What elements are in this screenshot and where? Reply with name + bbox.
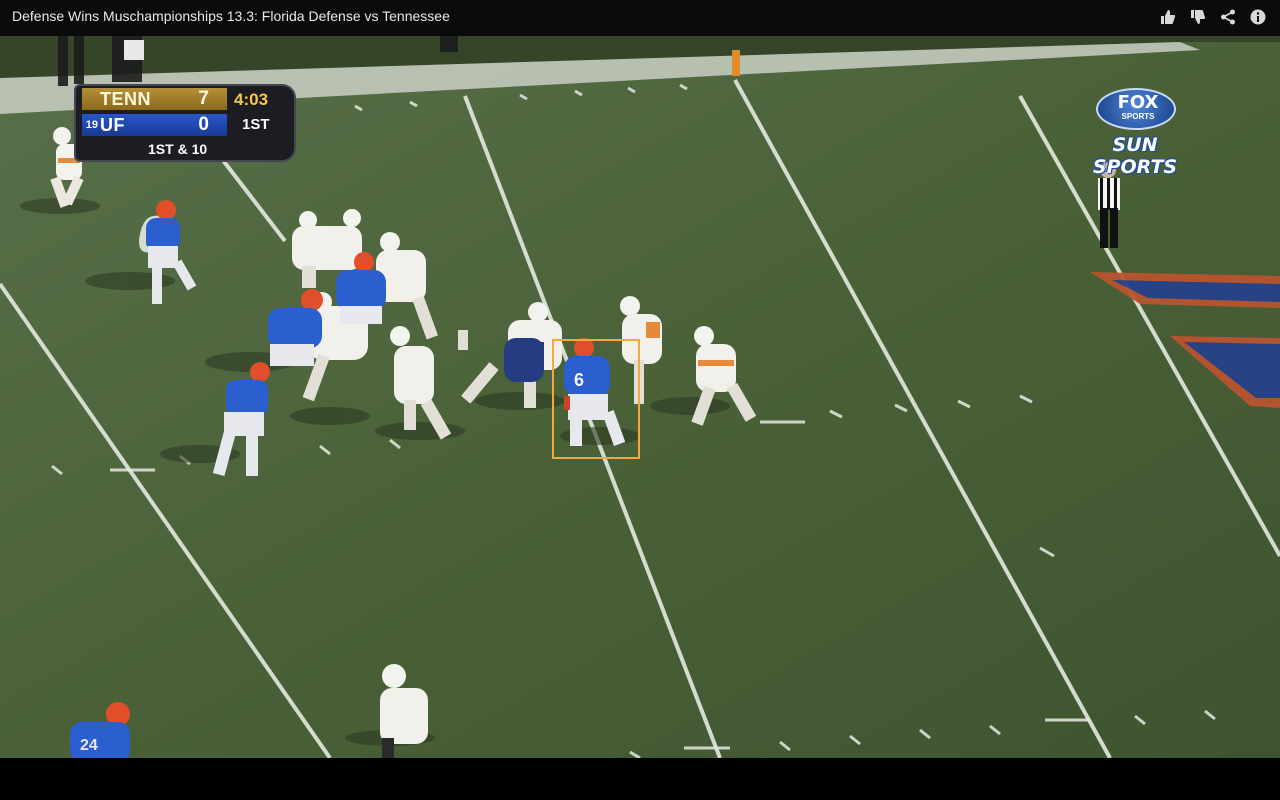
video-title-bar: Defense Wins Muschampionships 13.3: Flor… [0, 0, 1280, 36]
home-team-row: 19 UF 0 [82, 114, 227, 136]
info-icon [1250, 9, 1266, 25]
away-team-row: TENN 7 [82, 88, 227, 110]
down-and-distance: 1ST & 10 [148, 141, 208, 157]
player-bottom-bar [0, 758, 1280, 800]
game-clock: 4:03 [234, 90, 269, 109]
dislike-button[interactable] [1188, 7, 1208, 27]
home-team-name: UF [100, 114, 125, 135]
fox-sports-badge: FOX SPORTS [1096, 88, 1176, 130]
thumbs-up-icon [1161, 10, 1176, 24]
info-button[interactable] [1248, 7, 1268, 27]
svg-text:24: 24 [80, 737, 98, 754]
fox-badge-text: FOX [1117, 92, 1159, 113]
sun-sports-wordmark: SUN SPORTS [1092, 134, 1178, 178]
network-logo: FOX SPORTS SUN SPORTS [1070, 88, 1200, 178]
scorebug: TENN 7 19 UF 0 4:03 1ST 1ST & 10 [74, 84, 296, 162]
home-team-rank: 19 [85, 119, 98, 131]
like-button[interactable] [1158, 7, 1178, 27]
quarter-indicator: 1ST [242, 116, 270, 133]
away-team-name: TENN [100, 88, 151, 109]
fox-badge-subtext: SPORTS [1121, 112, 1155, 121]
video-title[interactable]: Defense Wins Muschampionships 13.3: Flor… [12, 8, 450, 24]
share-icon [1221, 9, 1235, 25]
pylon [732, 50, 740, 76]
home-team-score: 0 [198, 114, 209, 135]
share-button[interactable] [1218, 7, 1238, 27]
video-actions [1158, 7, 1268, 27]
thumbs-down-icon [1191, 10, 1206, 24]
away-team-score: 7 [198, 88, 209, 109]
video-frame[interactable]: 0 [0, 36, 1280, 758]
player-highlight-box [552, 339, 640, 459]
